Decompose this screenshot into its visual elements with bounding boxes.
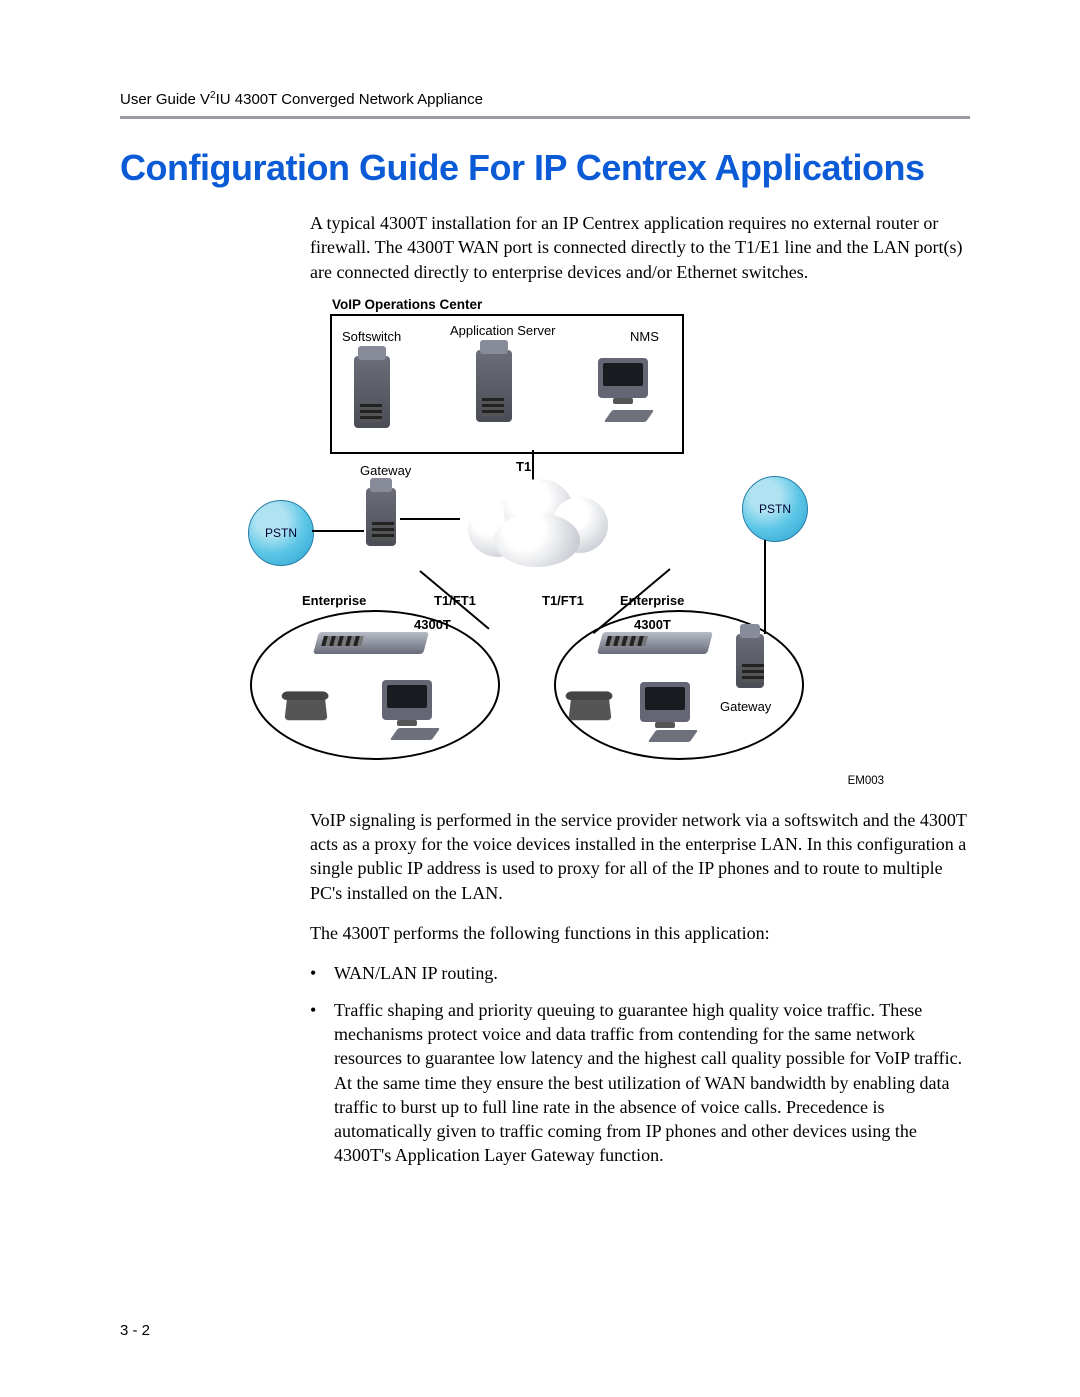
appliance-icon	[597, 632, 713, 654]
paragraph-signaling: VoIP signaling is performed in the servi…	[310, 808, 970, 905]
paragraph-functions-intro: The 4300T performs the following functio…	[310, 921, 970, 945]
label-enterprise-left: Enterprise	[302, 592, 366, 610]
monitor-icon	[640, 682, 690, 722]
server-icon	[476, 350, 512, 422]
cloud-icon	[458, 473, 608, 569]
page-title: Configuration Guide For IP Centrex Appli…	[120, 147, 970, 189]
label-softswitch: Softswitch	[342, 328, 401, 346]
server-icon	[354, 356, 390, 428]
connector	[400, 518, 460, 520]
monitor-icon	[598, 358, 648, 398]
phone-icon	[568, 695, 611, 720]
server-icon	[366, 488, 396, 546]
list-item: Traffic shaping and priority queuing to …	[310, 998, 970, 1168]
label-enterprise-right: Enterprise	[620, 592, 684, 610]
pstn-right: PSTN	[742, 476, 808, 542]
ops-center-title: VoIP Operations Center	[332, 296, 482, 314]
label-t1ft1-left: T1/FT1	[434, 592, 476, 610]
label-t1ft1-right: T1/FT1	[542, 592, 584, 610]
list-item: WAN/LAN IP routing.	[310, 961, 970, 985]
keyboard-icon	[604, 410, 654, 422]
label-4300t-right: 4300T	[634, 616, 671, 634]
monitor-icon	[382, 680, 432, 720]
running-head: User Guide V2IU 4300T Converged Network …	[120, 90, 970, 108]
functions-list: WAN/LAN IP routing. Traffic shaping and …	[310, 961, 970, 1167]
network-diagram: VoIP Operations Center Softswitch Applic…	[270, 300, 970, 790]
pstn-left: PSTN	[248, 500, 314, 566]
keyboard-icon	[390, 728, 440, 740]
label-app-server: Application Server	[450, 322, 556, 340]
label-gateway-right: Gateway	[720, 698, 771, 716]
diagram-code: EM003	[848, 774, 884, 790]
connector	[764, 540, 766, 634]
label-nms: NMS	[630, 328, 659, 346]
label-4300t-left: 4300T	[414, 616, 451, 634]
page-number: 3 - 2	[120, 1322, 150, 1339]
appliance-icon	[313, 632, 429, 654]
phone-icon	[284, 695, 327, 720]
label-gateway-center: Gateway	[360, 462, 411, 480]
server-icon	[736, 634, 764, 688]
intro-paragraph: A typical 4300T installation for an IP C…	[310, 211, 970, 284]
connector	[312, 530, 364, 532]
header-rule	[120, 116, 970, 119]
keyboard-icon	[648, 730, 698, 742]
